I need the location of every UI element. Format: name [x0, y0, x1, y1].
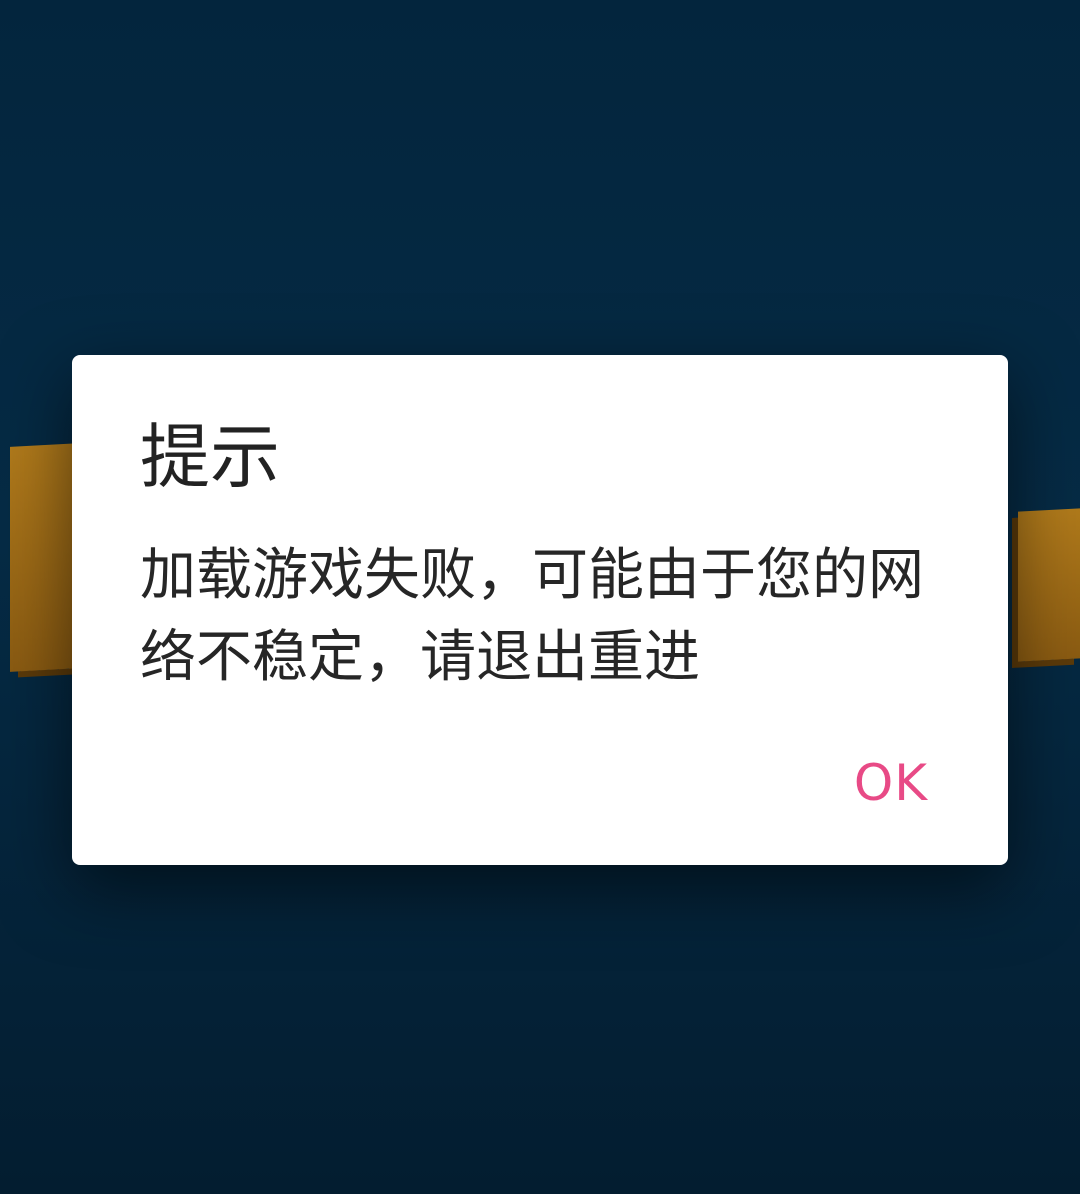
alert-dialog: 提示 加载游戏失败，可能由于您的网络不稳定，请退出重进 OK — [72, 355, 1008, 865]
background-logo-left — [10, 443, 80, 672]
background-logo-right — [1018, 508, 1080, 662]
dialog-message: 加载游戏失败，可能由于您的网络不稳定，请退出重进 — [140, 543, 924, 690]
ok-button[interactable]: OK — [854, 753, 928, 813]
dialog-title: 提示 — [140, 416, 280, 498]
